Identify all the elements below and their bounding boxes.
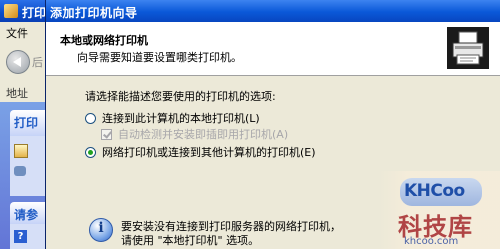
add-printer-task-icon[interactable] — [14, 144, 28, 158]
info-line2: 请使用 "本地打印机" 选项。 — [121, 234, 260, 247]
option-network-printer[interactable]: 网络打印机或连接到其他计算机的打印机(E) — [85, 144, 316, 160]
option-auto-detect[interactable]: 自动检测并安装即插即用打印机(A) — [101, 126, 288, 142]
printer-task-icon[interactable] — [14, 166, 26, 176]
header-title: 本地或网络打印机 — [60, 34, 148, 47]
wizard-header: 本地或网络打印机 向导需要知道要设置哪类打印机。 — [46, 22, 500, 76]
checkbox-auto-detect[interactable] — [101, 128, 112, 140]
printer-folder-icon — [4, 4, 18, 18]
menu-file[interactable]: 文件 — [6, 25, 28, 41]
wizard-titlebar[interactable]: 添加打印机向导 — [46, 0, 500, 22]
explorer-title: 打印 — [22, 6, 47, 20]
option-local-printer-label: 连接到此计算机的本地打印机(L) — [102, 112, 260, 125]
radio-local-printer[interactable] — [85, 112, 96, 124]
task-section-title: 打印 — [14, 116, 39, 130]
task-pane: 打印 请参 ? — [0, 102, 46, 249]
info-icon — [89, 218, 113, 242]
options-prompt: 请选择能描述您要使用的打印机的选项: — [85, 90, 276, 103]
option-local-printer[interactable]: 连接到此计算机的本地打印机(L) — [85, 110, 260, 126]
header-subtitle: 向导需要知道要设置哪类打印机。 — [77, 51, 242, 64]
printer-icon — [447, 27, 489, 69]
watermark-logo-text: KHCoo — [404, 181, 465, 201]
option-network-printer-label: 网络打印机或连接到其他计算机的打印机(E) — [102, 146, 316, 159]
back-button[interactable] — [6, 50, 30, 74]
option-auto-detect-label: 自动检测并安装即插即用打印机(A) — [118, 128, 289, 141]
task-section2-title: 请参 — [14, 208, 39, 222]
help-icon[interactable]: ? — [14, 230, 27, 243]
radio-network-printer[interactable] — [85, 146, 96, 158]
address-label: 地址 — [6, 87, 28, 100]
back-label: 后 — [32, 56, 43, 69]
watermark-url: khcoo.com — [404, 236, 459, 247]
wizard-title: 添加打印机向导 — [50, 6, 138, 20]
